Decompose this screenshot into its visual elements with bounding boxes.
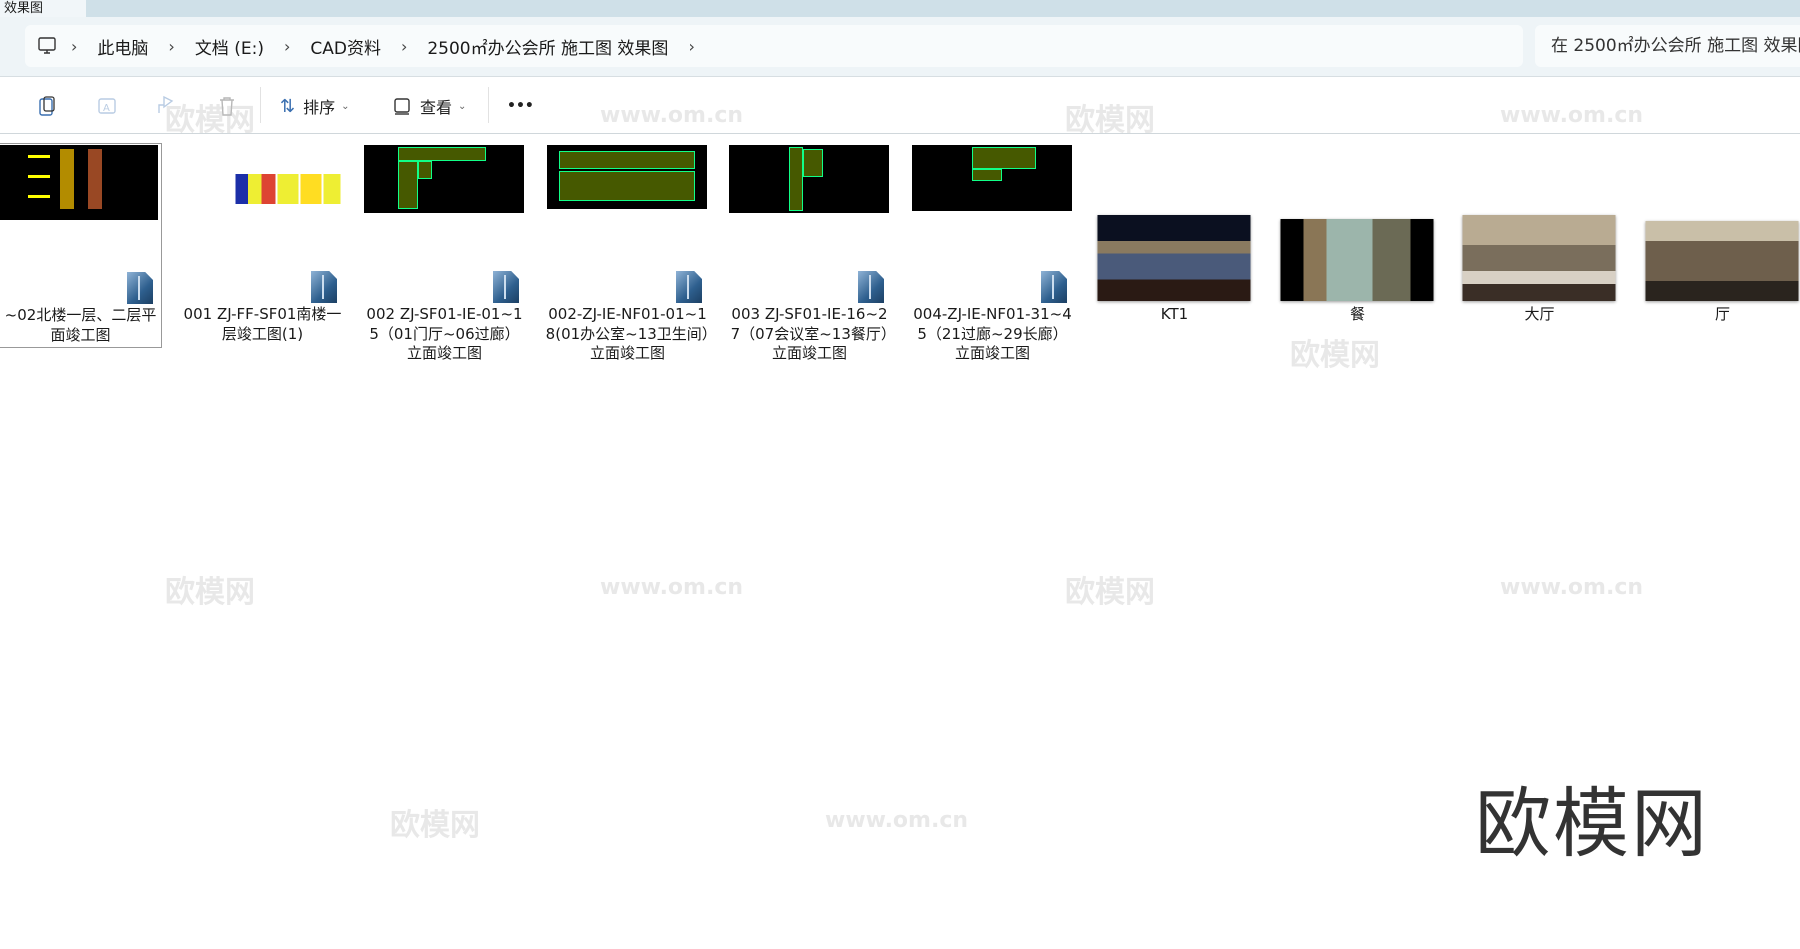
file-name: 004-ZJ-IE-NF01-31~45（21过廊~29长廊）立面竣工图 bbox=[913, 305, 1072, 362]
divider bbox=[488, 87, 489, 123]
sort-button[interactable]: ⇅ 排序 ⌄ bbox=[280, 93, 350, 119]
dwg-file-icon bbox=[127, 272, 153, 304]
chevron-right-icon[interactable]: › bbox=[391, 37, 417, 56]
breadcrumb-this-pc[interactable]: 此电脑 bbox=[87, 34, 158, 59]
share-button[interactable] bbox=[156, 93, 176, 119]
cad-thumbnail bbox=[235, 174, 341, 204]
dwg-file-icon bbox=[1041, 271, 1067, 303]
image-thumbnail bbox=[1462, 215, 1616, 301]
sort-icon: ⇅ bbox=[280, 95, 296, 117]
view-label: 查看 bbox=[420, 98, 453, 117]
clipboard-icon bbox=[39, 96, 55, 116]
view-button[interactable]: 查看 ⌄ bbox=[392, 93, 466, 119]
computer-icon[interactable] bbox=[37, 36, 57, 56]
dwg-file-icon bbox=[858, 271, 884, 303]
watermark-logo: 欧模网 bbox=[165, 575, 255, 610]
file-item[interactable]: ~02北楼一层、二层平面竣工图 bbox=[0, 143, 162, 348]
breadcrumb-current-folder[interactable]: 2500㎡办公会所 施工图 效果图 bbox=[417, 34, 678, 59]
watermark-logo: 欧模网 bbox=[1065, 575, 1155, 610]
chevron-right-icon[interactable]: › bbox=[61, 37, 87, 56]
tab-current[interactable]: 效果图 bbox=[0, 0, 86, 17]
view-icon bbox=[394, 98, 410, 115]
watermark-logo: 欧模网 bbox=[1290, 338, 1380, 373]
share-icon bbox=[158, 95, 174, 113]
file-name: 003 ZJ-SF01-IE-16~27（07会议室~13餐厅）立面竣工图 bbox=[730, 305, 889, 362]
file-name: 大厅 bbox=[1524, 305, 1555, 323]
watermark-logo: 欧模网 bbox=[390, 808, 480, 843]
watermark-url: www.om.cn bbox=[825, 808, 969, 833]
paste-button[interactable] bbox=[37, 93, 57, 119]
search-input[interactable]: 在 2500㎡办公会所 施工图 效果图 中搜索 bbox=[1535, 25, 1800, 67]
chevron-right-icon[interactable]: › bbox=[274, 37, 300, 56]
chevron-down-icon: ⌄ bbox=[458, 100, 467, 112]
breadcrumb[interactable]: › 此电脑 › 文档 (E:) › CAD资料 › 2500㎡办公会所 施工图 … bbox=[25, 25, 1523, 67]
svg-text:A: A bbox=[103, 103, 110, 114]
file-name: 001 ZJ-FF-SF01南楼一层竣工图(1) bbox=[183, 305, 342, 343]
file-name: 厅 bbox=[1714, 305, 1730, 323]
breadcrumb-drive[interactable]: 文档 (E:) bbox=[185, 34, 274, 59]
cad-thumbnail bbox=[364, 145, 524, 213]
file-name: ~02北楼一层、二层平面竣工图 bbox=[4, 306, 157, 344]
trash-icon bbox=[220, 97, 234, 116]
command-bar: A ⇅ 排序 ⌄ 查看 ⌄ ••• bbox=[0, 77, 1800, 134]
address-bar: › 此电脑 › 文档 (E:) › CAD资料 › 2500㎡办公会所 施工图 … bbox=[0, 17, 1800, 77]
cad-thumbnail bbox=[547, 145, 707, 209]
chevron-right-icon[interactable]: › bbox=[678, 37, 704, 56]
image-thumbnail bbox=[1645, 221, 1799, 301]
chevron-down-icon: ⌄ bbox=[341, 100, 350, 112]
rename-icon: A bbox=[98, 98, 116, 114]
delete-button[interactable] bbox=[217, 93, 237, 119]
dwg-file-icon bbox=[493, 271, 519, 303]
watermark-logo-large: 欧模网 bbox=[1475, 779, 1709, 868]
chevron-right-icon[interactable]: › bbox=[158, 37, 184, 56]
rename-button[interactable]: A bbox=[97, 93, 117, 119]
tab-title: 效果图 bbox=[4, 1, 44, 16]
sort-label: 排序 bbox=[303, 98, 336, 117]
tab-bar: 效果图 bbox=[0, 0, 1800, 17]
image-thumbnail bbox=[1097, 215, 1251, 301]
divider bbox=[260, 87, 261, 123]
breadcrumb-cad[interactable]: CAD资料 bbox=[300, 34, 391, 59]
more-options-button[interactable]: ••• bbox=[507, 93, 534, 119]
dwg-file-icon bbox=[311, 271, 337, 303]
file-name: 餐 bbox=[1349, 305, 1365, 323]
watermark-url: www.om.cn bbox=[1500, 575, 1644, 600]
cad-thumbnail bbox=[729, 145, 889, 213]
dwg-file-icon bbox=[676, 271, 702, 303]
file-name: 002-ZJ-IE-NF01-01~18(01办公室~13卫生间）立面竣工图 bbox=[545, 305, 710, 362]
watermark-url: www.om.cn bbox=[600, 575, 744, 600]
cad-thumbnail bbox=[0, 145, 158, 220]
file-name: 002 ZJ-SF01-IE-01~15（01门厅~06过廊）立面竣工图 bbox=[366, 305, 523, 362]
file-name: KT1 bbox=[1160, 305, 1189, 323]
image-thumbnail bbox=[1280, 219, 1434, 301]
cad-thumbnail bbox=[912, 145, 1072, 211]
